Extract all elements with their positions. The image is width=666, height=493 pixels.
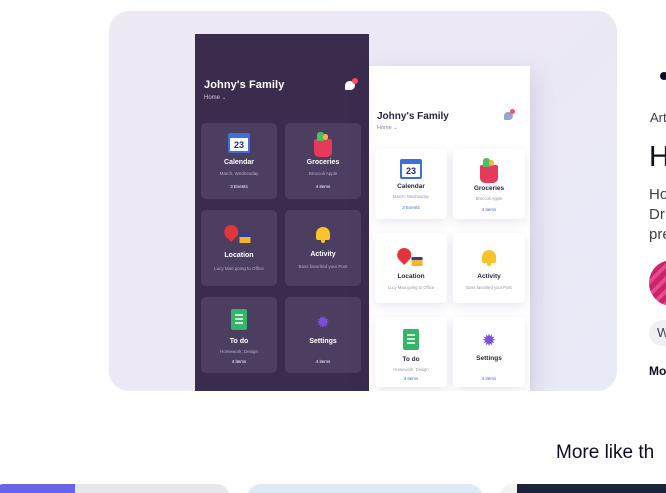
tile-count: 3 Events [230,184,248,189]
tile-count: 4 items [481,376,497,381]
description-line: Dr [649,206,665,223]
tile-subtitle: March, Wednesday [393,194,429,199]
gear-icon: ✹ [481,331,497,350]
tile-count: 4 items [315,184,331,189]
tile-activity: Activity Boss favorited your Post [285,210,361,286]
tile-subtitle: Boss favorited your Post [466,285,512,290]
tile-activity: Activity Boss favorited your Post [453,233,525,303]
home-label: Home [377,125,392,131]
chevron-down-icon: ⌄ [391,125,398,131]
notification-dot [510,109,515,114]
tile-name: Location [224,252,254,259]
related-shot-card[interactable] [499,484,666,493]
chevron-down-icon: ⌄ [222,95,227,101]
tile-groceries: Groceries Broccoli Apple 4 items [285,123,361,199]
home-icon [411,257,423,266]
tile-count: 4 items [403,376,419,381]
tile-name: Calendar [224,159,254,166]
family-subtitle: Home ⌄ [377,125,398,131]
family-subtitle: Home ⌄ [204,95,226,101]
more-like-this-heading: More like th [556,442,655,463]
tile-subtitle: Boss favorited your Post [298,264,348,269]
dark-phone-mockup: Johny's Family Home ⌄ 23 Calendar March, … [195,34,369,391]
tile-subtitle: Lucy Mao going to Office [214,266,264,271]
groceries-bag-icon [480,158,498,183]
tile-name: To do [229,338,249,345]
tile-subtitle: Broccoli Apple [475,196,503,201]
description-line: pre [649,226,666,243]
shot-heading: H [649,141,666,173]
tile-count: 3 Events [402,205,420,210]
tile-name: Groceries [473,185,505,192]
groceries-bag-icon [314,132,332,157]
shot-description: Ho Dr pre [649,185,666,245]
tile-count: 4 items [315,359,331,364]
tile-name: To do [402,356,420,363]
tile-subtitle: March, Wednesday [219,171,259,176]
todo-list-icon [231,309,247,330]
tile-groceries: Groceries Broccoli Apple 4 items [453,149,525,219]
home-icon [239,234,251,243]
tile-location: Location Lucy Mao going to Office [201,210,277,286]
tile-calendar: 23 Calendar March, Wednesday 3 Events [201,123,277,199]
related-shot-card[interactable] [247,484,483,493]
description-line: Ho [649,186,666,203]
page: Johny's Family Home ⌄ 23 Calendar March, … [0,0,666,493]
tile-name: Activity [477,273,501,280]
tile-name: Groceries [306,159,340,166]
tile-settings: ✹ Settings 4 items [453,317,525,387]
tile-todo: To do Homework, Design 4 items [201,297,277,373]
todo-list-icon [403,329,419,350]
bell-icon [482,250,496,266]
tile-name: Settings [476,355,502,362]
light-phone-mockup: Johny's Family Home ⌄ 23 Calendar March,… [369,66,530,391]
tile-name: Activity [310,251,336,258]
tile-calendar: 23 Calendar March, Wednesday 3 Events [375,149,447,219]
tile-count: 4 items [481,207,497,212]
bell-icon [316,227,330,243]
family-title: Johny's Family [204,79,285,91]
bullet-dot [660,72,666,80]
category-label[interactable]: Art [650,110,666,125]
notification-dot [352,78,358,84]
more-link[interactable]: Mo [649,364,666,378]
tile-todo: To do Homework, Design 4 items [375,317,447,387]
shot-preview-card[interactable]: Johny's Family Home ⌄ 23 Calendar March, … [109,11,617,391]
tile-name: Settings [309,338,337,345]
family-title: Johny's Family [377,111,449,122]
tile-subtitle: Broccoli Apple [308,171,338,176]
tile-name: Calendar [397,183,425,190]
home-label: Home [204,95,221,101]
calendar-icon: 23 [400,159,422,179]
tile-location: Location Lucy Mao going to Office [375,233,447,303]
tile-subtitle: Homework, Design [393,367,429,372]
tile-name: Location [397,273,425,280]
calendar-icon: 23 [228,133,250,153]
gear-icon: ✹ [315,313,331,332]
location-pin-icon [221,222,242,242]
tag-chip[interactable]: W [649,320,666,346]
designer-avatar[interactable] [649,260,666,306]
tile-subtitle: Homework, Design [219,349,258,354]
tile-subtitle: Lucy Mao going to Office [387,285,435,290]
tile-count: 4 items [231,359,247,364]
tile-settings: ✹ Settings 4 items [285,297,361,373]
related-shot-card[interactable] [0,484,230,493]
